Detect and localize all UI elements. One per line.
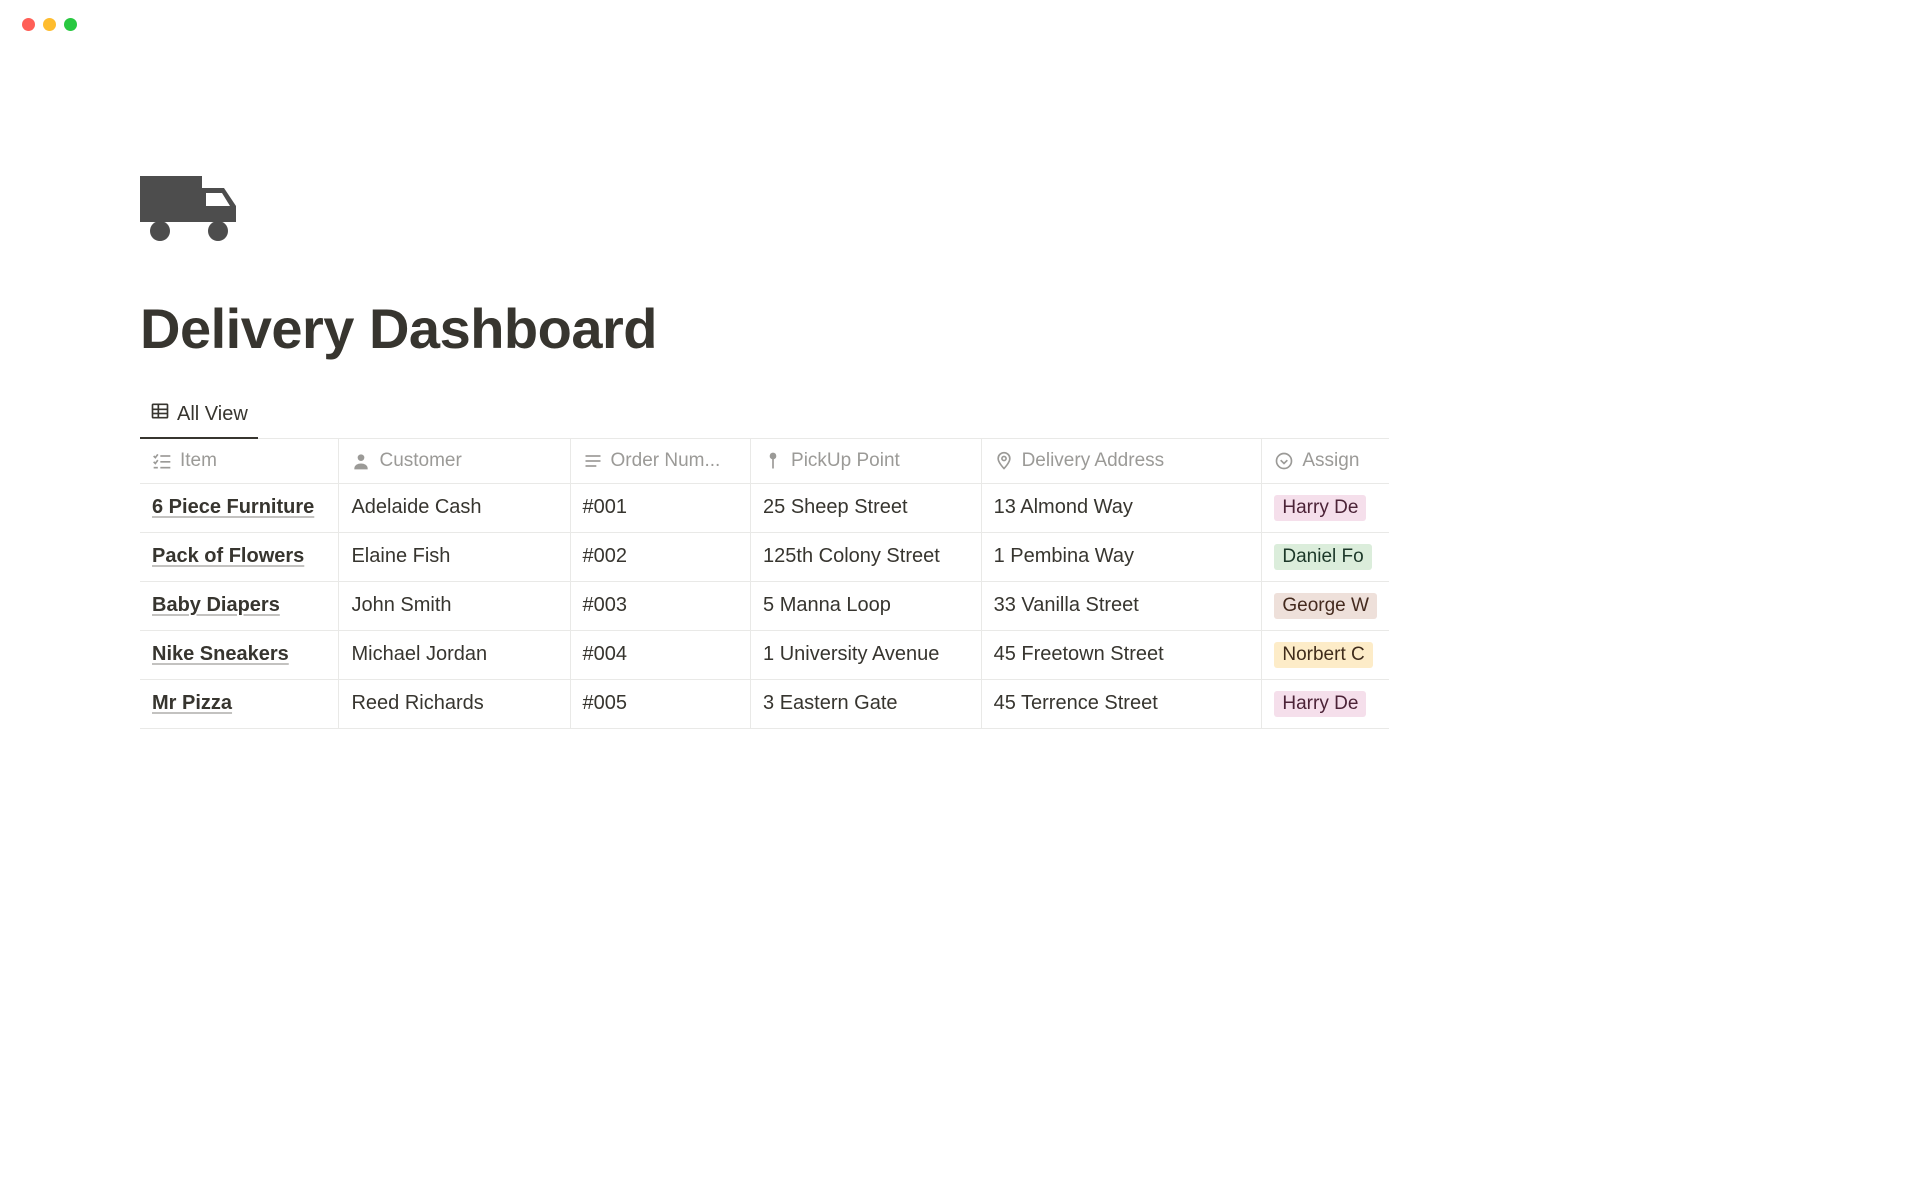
item-link[interactable]: 6 Piece Furniture: [152, 496, 314, 518]
column-header-item[interactable]: Item: [140, 439, 339, 483]
window-minimize-button[interactable]: [43, 18, 56, 31]
table-row[interactable]: Baby Diapers John Smith#0035 Manna Loop33…: [140, 581, 1389, 630]
column-header-assign[interactable]: Assign: [1262, 439, 1389, 483]
cell-customer[interactable]: Elaine Fish: [339, 532, 570, 581]
column-label: Delivery Address: [1022, 450, 1165, 472]
column-label: Customer: [379, 450, 461, 472]
cell-order-number[interactable]: #001: [570, 483, 751, 532]
cell-customer[interactable]: John Smith: [339, 581, 570, 630]
column-label: Order Num...: [611, 450, 721, 472]
cell-pickup[interactable]: 25 Sheep Street: [751, 483, 982, 532]
page-title: Delivery Dashboard: [140, 296, 1389, 361]
tab-all-view[interactable]: All View: [140, 393, 258, 439]
table-row[interactable]: Pack of Flowers Elaine Fish#002125th Colo…: [140, 532, 1389, 581]
window-maximize-button[interactable]: [64, 18, 77, 31]
cell-pickup[interactable]: 125th Colony Street: [751, 532, 982, 581]
cell-order-number[interactable]: #004: [570, 630, 751, 679]
cell-customer[interactable]: Reed Richards: [339, 679, 570, 728]
cell-assign[interactable]: George W: [1262, 581, 1389, 630]
cell-delivery[interactable]: 1 Pembina Way: [981, 532, 1262, 581]
cell-delivery[interactable]: 33 Vanilla Street: [981, 581, 1262, 630]
table-header-row: Item Customer: [140, 439, 1389, 483]
column-header-order-number[interactable]: Order Num...: [570, 439, 751, 483]
cell-order-number[interactable]: #002: [570, 532, 751, 581]
cell-delivery[interactable]: 45 Terrence Street: [981, 679, 1262, 728]
person-icon: [351, 451, 371, 471]
column-header-customer[interactable]: Customer: [339, 439, 570, 483]
pin-icon: [763, 451, 783, 471]
cell-order-number[interactable]: #003: [570, 581, 751, 630]
assign-tag[interactable]: Daniel Fo: [1274, 544, 1371, 570]
cell-assign[interactable]: Daniel Fo: [1262, 532, 1389, 581]
truck-icon[interactable]: [140, 176, 1389, 256]
item-link[interactable]: Mr Pizza: [152, 692, 232, 714]
checklist-icon: [152, 451, 172, 471]
item-link[interactable]: Pack of Flowers: [152, 545, 304, 567]
window-close-button[interactable]: [22, 18, 35, 31]
map-pin-icon: [994, 451, 1014, 471]
cell-assign[interactable]: Norbert C: [1262, 630, 1389, 679]
assign-tag[interactable]: George W: [1274, 593, 1377, 619]
table-row[interactable]: Nike Sneakers Michael Jordan#0041 Univers…: [140, 630, 1389, 679]
tab-label: All View: [177, 403, 248, 426]
window-controls: [0, 0, 1389, 31]
table-row[interactable]: Mr Pizza Reed Richards#0053 Eastern Gate4…: [140, 679, 1389, 728]
column-header-pickup[interactable]: PickUp Point: [751, 439, 982, 483]
select-icon: [1274, 451, 1294, 471]
column-label: PickUp Point: [791, 450, 900, 472]
assign-tag[interactable]: Norbert C: [1274, 642, 1372, 668]
cell-pickup[interactable]: 1 University Avenue: [751, 630, 982, 679]
cell-delivery[interactable]: 45 Freetown Street: [981, 630, 1262, 679]
cell-customer[interactable]: Michael Jordan: [339, 630, 570, 679]
cell-customer[interactable]: Adelaide Cash: [339, 483, 570, 532]
deliveries-table: Item Customer: [140, 439, 1389, 729]
column-label: Item: [180, 450, 217, 472]
assign-tag[interactable]: Harry De: [1274, 495, 1366, 521]
cell-assign[interactable]: Harry De: [1262, 679, 1389, 728]
table-row[interactable]: 6 Piece Furniture Adelaide Cash#00125 She…: [140, 483, 1389, 532]
cell-order-number[interactable]: #005: [570, 679, 751, 728]
item-link[interactable]: Nike Sneakers: [152, 643, 289, 665]
item-link[interactable]: Baby Diapers: [152, 594, 280, 616]
column-header-delivery[interactable]: Delivery Address: [981, 439, 1262, 483]
table-icon: [150, 401, 170, 427]
column-label: Assign: [1302, 450, 1359, 472]
text-lines-icon: [583, 451, 603, 471]
view-tabs: All View: [140, 393, 1389, 439]
assign-tag[interactable]: Harry De: [1274, 691, 1366, 717]
cell-pickup[interactable]: 5 Manna Loop: [751, 581, 982, 630]
cell-pickup[interactable]: 3 Eastern Gate: [751, 679, 982, 728]
cell-assign[interactable]: Harry De: [1262, 483, 1389, 532]
cell-delivery[interactable]: 13 Almond Way: [981, 483, 1262, 532]
